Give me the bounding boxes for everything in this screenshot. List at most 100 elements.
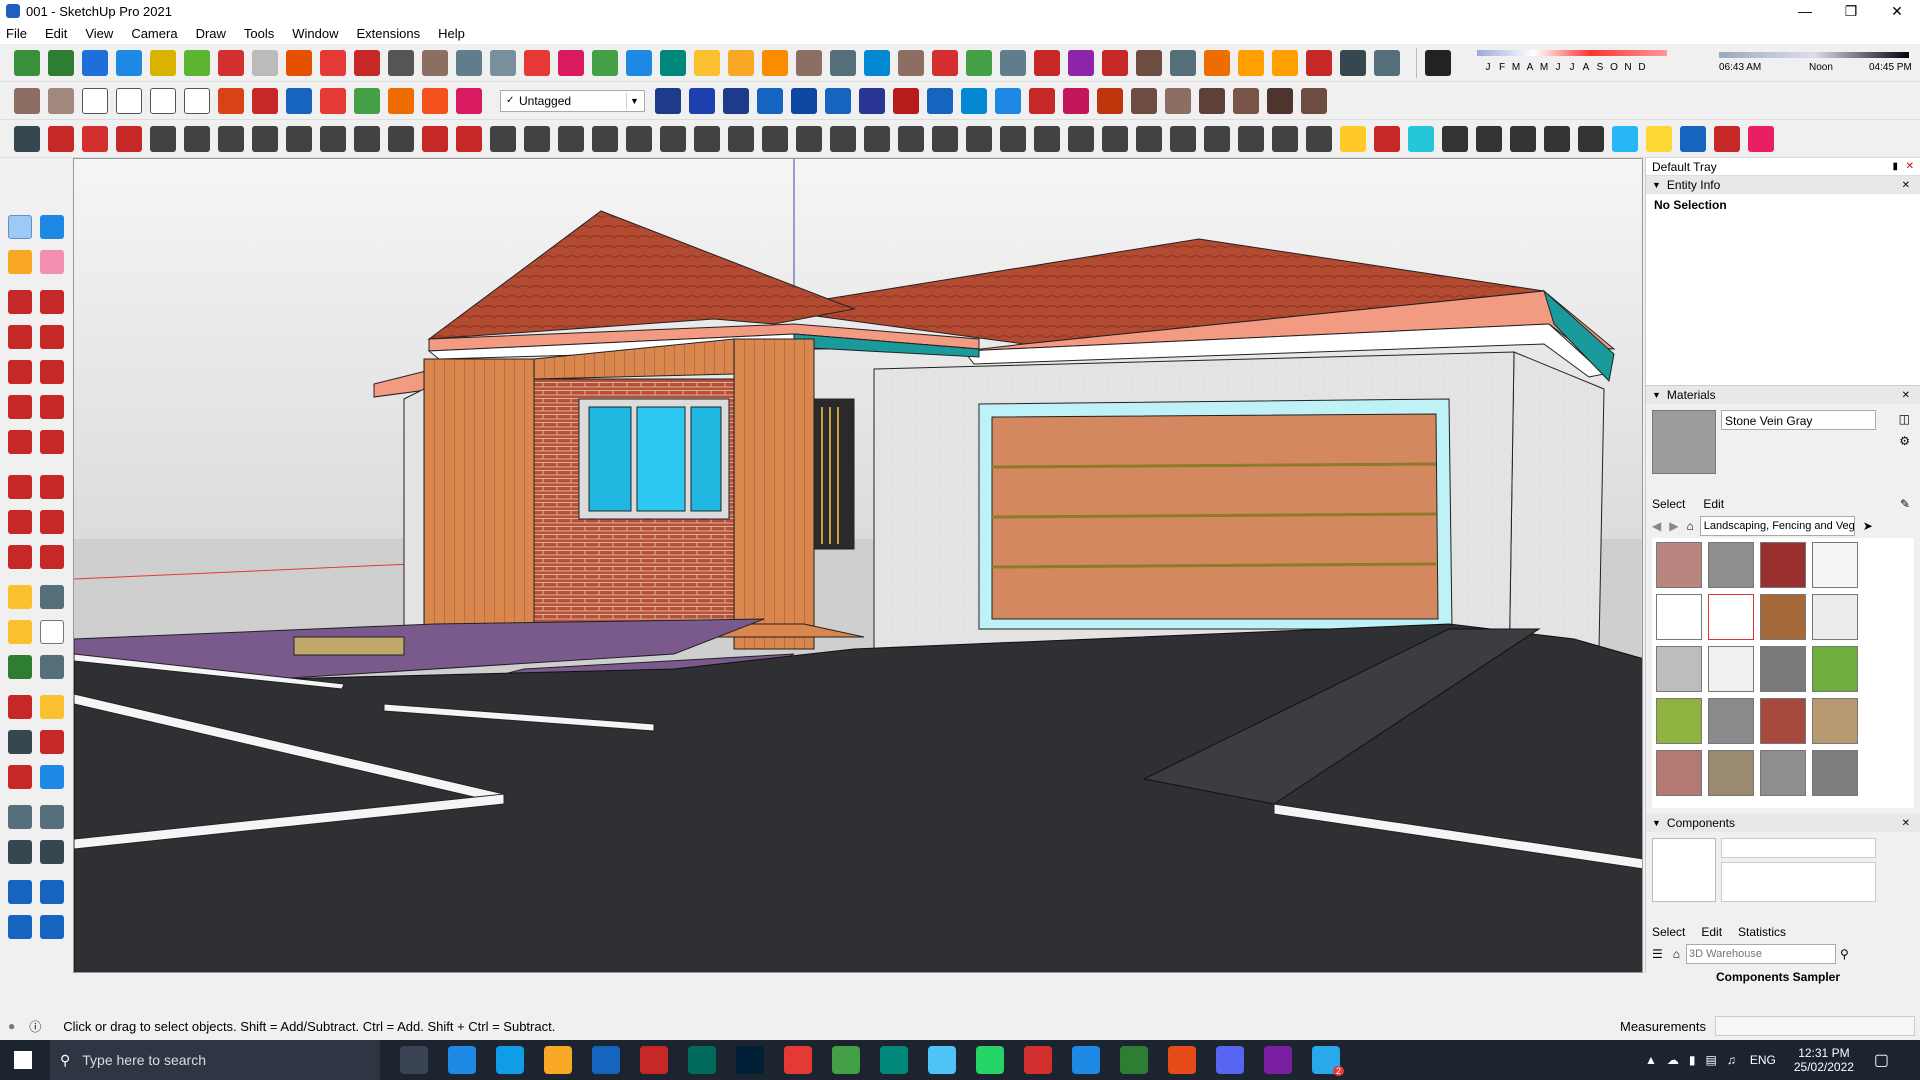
arrow-icon[interactable] [1714,125,1740,152]
snap-icon[interactable] [864,49,890,76]
pie-icon[interactable] [40,430,64,454]
sort-up-icon[interactable] [859,87,885,114]
network-icon[interactable]: ▤ [1706,1053,1717,1067]
roof-icon[interactable] [762,125,788,152]
move-tool-icon[interactable] [8,475,32,499]
search-icon[interactable]: ⚲ [1840,947,1849,961]
lasso-icon[interactable] [1340,49,1366,76]
scissors-icon[interactable] [116,125,142,152]
tab-statistics[interactable]: Statistics [1738,925,1786,939]
tray-close-icon[interactable]: ✕ [1906,161,1914,172]
eyedropper-icon[interactable]: ✎ [1900,497,1910,511]
tape-measure-icon[interactable] [8,585,32,609]
sketchup-icon[interactable] [592,1046,620,1074]
position-camera-icon[interactable] [8,805,32,829]
link-icon[interactable] [456,49,482,76]
monochrome-icon[interactable] [825,87,851,114]
circle-outline-icon[interactable] [1476,125,1502,152]
star-icon[interactable] [694,125,720,152]
loop-icon[interactable] [830,49,856,76]
look-around-icon[interactable] [40,805,64,829]
menu-edit[interactable]: Edit [45,26,67,41]
polygon-tool-icon[interactable] [40,360,64,384]
record-icon[interactable] [1102,49,1128,76]
joist-icon[interactable] [864,125,890,152]
top-view-icon[interactable] [116,49,142,76]
component-description-field[interactable] [1721,862,1876,902]
tab-edit[interactable]: Edit [1703,497,1724,511]
garage-icon[interactable] [184,87,210,114]
window-icon[interactable] [1170,49,1196,76]
follow-me-icon[interactable] [40,510,64,534]
home-icon[interactable]: ⌂ [1673,947,1680,961]
arc-2pt-icon[interactable] [40,395,64,419]
clock[interactable]: 12:31 PM 25/02/2022 [1794,1046,1854,1074]
tool-icon[interactable] [688,1046,716,1074]
material-swatch[interactable] [1760,594,1806,640]
orient-icon[interactable] [961,87,987,114]
material-swatch[interactable] [1812,750,1858,796]
polygon-icon[interactable] [150,125,176,152]
app-icon[interactable] [880,1046,908,1074]
textured-icon[interactable] [791,87,817,114]
material-swatch[interactable] [1656,594,1702,640]
cross-icon[interactable] [558,49,584,76]
material-library-select[interactable]: Landscaping, Fencing and Vegetation [1699,516,1855,536]
paint-bucket-icon[interactable] [8,250,32,274]
diamond-icon[interactable] [1306,125,1332,152]
material-swatch[interactable] [1812,698,1858,744]
column-icon[interactable] [966,125,992,152]
standard-views-icon[interactable] [14,49,40,76]
geo-location-icon[interactable]: ● [8,1019,15,1033]
layers-icon[interactable] [8,915,32,939]
tag-icon[interactable] [1340,125,1366,152]
right-view-icon[interactable] [218,49,244,76]
rotated-rect-icon[interactable] [40,325,64,349]
house-plain-icon[interactable] [150,87,176,114]
gear-yellow-icon[interactable] [1646,125,1672,152]
spline-icon[interactable] [524,49,550,76]
undo-icon[interactable] [932,49,958,76]
frame-icon[interactable] [1238,49,1264,76]
cube-icon[interactable] [422,49,448,76]
notifications-icon[interactable]: ▢ [1874,1050,1889,1070]
beam-icon[interactable] [932,125,958,152]
arc-draw-icon[interactable] [8,395,32,419]
material-swatch[interactable] [1760,542,1806,588]
front-view-icon[interactable] [184,49,210,76]
arc-icon[interactable] [762,49,788,76]
entity-info-header[interactable]: ▼ Entity Info ✕ [1646,176,1920,194]
materials-header[interactable]: ▼ Materials ✕ [1646,386,1920,404]
extrude-x-icon[interactable] [422,87,448,114]
subdivide-icon[interactable] [592,125,618,152]
scale-icon[interactable] [626,49,652,76]
truss-icon[interactable] [796,125,822,152]
text-tool-icon[interactable] [40,620,64,644]
language-indicator[interactable]: ENG [1750,1053,1776,1067]
opera-icon[interactable] [1024,1046,1052,1074]
section-icon[interactable] [82,49,108,76]
paint-default-icon[interactable]: ⚙ [1899,434,1910,448]
ruler-icon[interactable] [1374,125,1400,152]
offset-icon[interactable] [422,125,448,152]
zoom-icon[interactable] [8,730,32,754]
previous-view-icon[interactable] [40,765,64,789]
zoom-window-icon[interactable] [40,730,64,754]
cone-icon[interactable] [660,49,686,76]
material-swatch[interactable] [1760,646,1806,692]
info-icon[interactable]: ⓘ [29,1018,41,1035]
triangulate-icon[interactable] [524,125,550,152]
menu-extensions[interactable]: Extensions [357,26,421,41]
explode-icon[interactable] [1306,49,1332,76]
iso-view-icon[interactable] [150,49,176,76]
panel-icon[interactable] [1272,49,1298,76]
rafter-icon[interactable] [1034,125,1060,152]
chrome-alt-icon[interactable] [832,1046,860,1074]
measure-icon[interactable] [927,87,953,114]
section-cut-icon[interactable] [40,880,64,904]
create-material-icon[interactable]: ◫ [1899,412,1910,426]
photoshop-icon[interactable] [736,1046,764,1074]
paint-icon[interactable] [1063,87,1089,114]
components-header[interactable]: ▼ Components ✕ [1646,814,1920,832]
undo-alt-icon[interactable] [1029,87,1055,114]
